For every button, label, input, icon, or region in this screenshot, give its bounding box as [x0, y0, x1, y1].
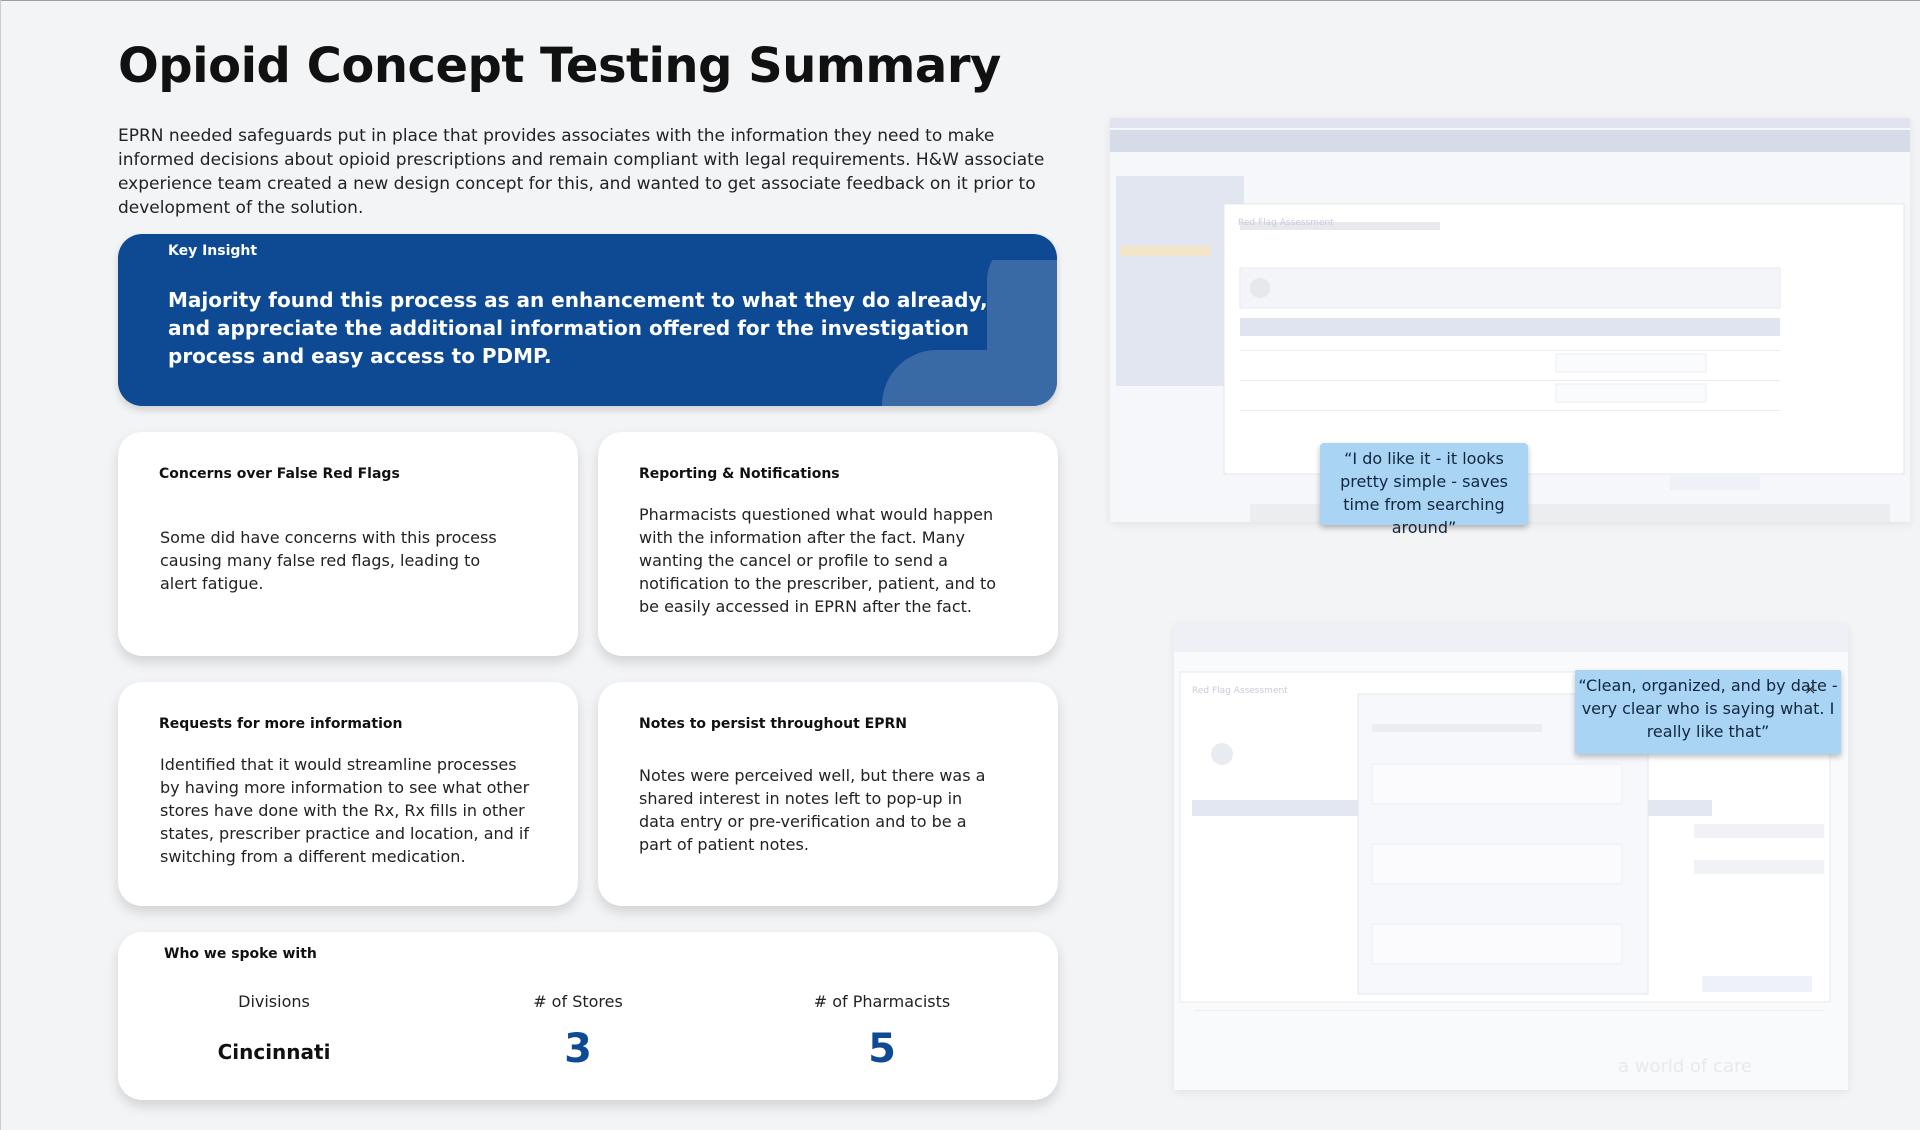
finding-body: Notes were perceived well, but there was…: [639, 766, 986, 854]
finding-body: Some did have concerns with this process…: [160, 528, 497, 593]
insight-text: Majority found this process as an enhanc…: [168, 288, 988, 368]
close-icon[interactable]: ×: [1804, 680, 1817, 698]
quote-text-1: “I do like it - it looks pretty simple -…: [1340, 449, 1508, 537]
quote-bubble-1: “I do like it - it looks pretty simple -…: [1320, 443, 1528, 537]
finding-title: Notes to persist throughout EPRN: [639, 716, 907, 732]
stat-value-divisions: Cincinnati: [217, 1040, 331, 1064]
screenshot-2-title: Red Flag Assessment: [1192, 686, 1288, 696]
page-title: Opioid Concept Testing Summary: [118, 38, 1001, 94]
insight-label: Key Insight: [168, 243, 258, 259]
stat-label-divisions: Divisions: [238, 992, 310, 1011]
finding-card-reporting: Reporting & Notifications Pharmacists qu…: [598, 432, 1058, 656]
stat-label-stores: # of Stores: [533, 992, 623, 1011]
finding-card-notes: Notes to persist throughout EPRN Notes w…: [598, 682, 1058, 906]
finding-card-more-information: Requests for more information Identified…: [118, 682, 578, 906]
key-insight-banner: Key Insight Majority found this process …: [118, 234, 1057, 406]
screenshot-2-watermark: a world of care: [1618, 1056, 1753, 1077]
left-border: [0, 0, 1, 1130]
participants-title: Who we spoke with: [164, 946, 317, 962]
stat-value-stores: 3: [564, 1026, 592, 1072]
finding-title: Reporting & Notifications: [639, 466, 840, 482]
stat-value-pharmacists: 5: [868, 1026, 896, 1072]
finding-card-false-red-flags: Concerns over False Red Flags Some did h…: [118, 432, 578, 656]
intro-paragraph: EPRN needed safeguards put in place that…: [118, 126, 1045, 218]
quote-bubble-2: “Clean, organized, and by date - very cl…: [1575, 670, 1841, 754]
finding-body: Identified that it would streamline proc…: [160, 755, 530, 866]
top-border: [0, 0, 1920, 1]
screenshot-1-title: Red Flag Assessment: [1238, 218, 1334, 228]
finding-title: Concerns over False Red Flags: [159, 466, 400, 482]
finding-body: Pharmacists questioned what would happen…: [639, 505, 997, 616]
quote-text-2: “Clean, organized, and by date - very cl…: [1578, 676, 1838, 741]
stat-label-pharmacists: # of Pharmacists: [813, 992, 951, 1011]
finding-title: Requests for more information: [159, 716, 403, 732]
participants-card: Who we spoke with Divisions Cincinnati #…: [118, 932, 1058, 1100]
